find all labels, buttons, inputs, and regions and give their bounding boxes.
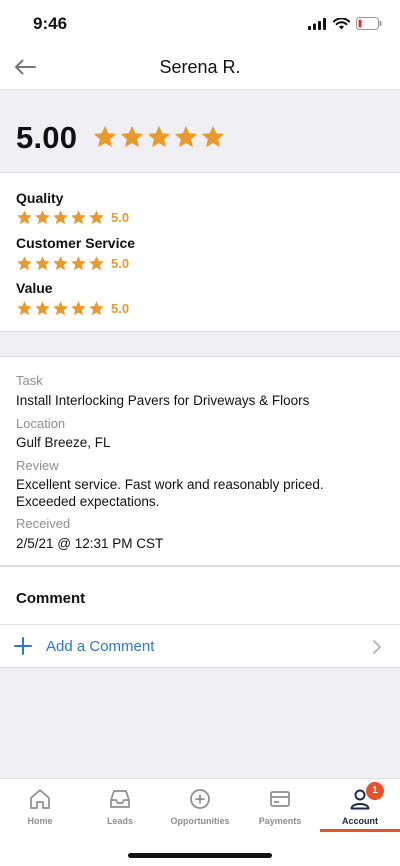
star-icon <box>35 301 50 316</box>
inbox-icon <box>110 790 130 808</box>
task-value: Install Interlocking Pavers for Driveway… <box>16 393 310 408</box>
notification-badge: 1 <box>366 782 384 800</box>
tab-opportunities[interactable]: Opportunities <box>160 779 240 833</box>
review-label: Review <box>16 458 59 473</box>
status-icons <box>308 17 382 30</box>
status-bar: 9:46 <box>0 0 400 44</box>
tab-leads-label: Leads <box>106 816 133 826</box>
wifi-icon <box>333 17 350 29</box>
star-icon <box>89 256 104 271</box>
tab-home-label: Home <box>27 816 53 826</box>
status-time: 9:46 <box>33 14 68 33</box>
overall-stars <box>92 124 226 150</box>
tab-account-label: Account <box>342 816 378 826</box>
star-icon <box>71 210 86 225</box>
review-details: Task Install Interlocking Pavers for Dri… <box>0 356 400 566</box>
battery-icon <box>356 17 382 30</box>
active-tab-indicator <box>320 829 400 832</box>
rating-label-customer-service: Customer Service <box>16 235 136 251</box>
nav-header: Serena R. <box>0 44 400 90</box>
signal-icon <box>308 17 326 30</box>
star-icon <box>201 125 225 148</box>
location-label: Location <box>16 416 66 431</box>
review-text: Excellent service. Fast work and reasona… <box>16 477 324 509</box>
star-icon <box>89 210 104 225</box>
rating-label-value: Value <box>16 280 53 296</box>
tab-account[interactable]: 1 Account <box>320 779 400 833</box>
tab-payments-label: Payments <box>258 816 302 826</box>
star-icon <box>174 125 198 148</box>
comment-title: Comment <box>16 590 86 607</box>
star-icon <box>53 210 68 225</box>
overall-score: 5.00 <box>16 120 78 155</box>
rating-row-customer-service: 5.0 <box>16 255 129 272</box>
star-icon <box>17 301 32 316</box>
star-icon <box>53 256 68 271</box>
rating-value-quality: 5.0 <box>111 210 130 225</box>
received-value: 2/5/21 @ 12:31 PM CST <box>16 536 164 551</box>
category-ratings: Quality 5.0 Customer Service 5.0 Value 5… <box>0 172 400 332</box>
received-label: Received <box>16 516 71 531</box>
card-icon <box>270 791 290 807</box>
chevron-right-icon <box>373 640 381 654</box>
add-comment-label: Add a Comment <box>46 638 155 655</box>
rating-row-quality: 5.0 <box>16 209 129 226</box>
rating-label-quality: Quality <box>16 190 64 206</box>
star-icon <box>35 256 50 271</box>
star-icon <box>120 125 144 148</box>
rating-value-value: 5.0 <box>111 301 130 316</box>
tab-leads[interactable]: Leads <box>80 779 160 833</box>
star-icon <box>35 210 50 225</box>
task-label: Task <box>16 373 43 388</box>
star-icon <box>71 256 86 271</box>
rating-value-customer-service: 5.0 <box>111 256 130 271</box>
page-title: Serena R. <box>159 57 241 77</box>
add-comment-button[interactable]: Add a Comment <box>0 625 400 669</box>
star-icon <box>71 301 86 316</box>
tab-opportunities-label: Opportunities <box>170 816 230 826</box>
overall-rating: 5.00 <box>0 90 400 172</box>
star-icon <box>17 256 32 271</box>
star-icon <box>89 301 104 316</box>
star-icon <box>53 301 68 316</box>
comment-section: Comment Add a Comment <box>0 566 400 668</box>
star-icon <box>147 125 171 148</box>
plus-icon <box>14 637 32 655</box>
home-icon <box>30 789 50 809</box>
star-icon <box>93 125 117 148</box>
home-indicator <box>128 853 272 858</box>
star-icon <box>17 210 32 225</box>
tab-payments[interactable]: Payments <box>240 779 320 833</box>
location-value: Gulf Breeze, FL <box>16 435 111 450</box>
plus-circle-icon <box>190 789 210 809</box>
tab-home[interactable]: Home <box>0 779 80 833</box>
rating-row-value: 5.0 <box>16 300 129 317</box>
